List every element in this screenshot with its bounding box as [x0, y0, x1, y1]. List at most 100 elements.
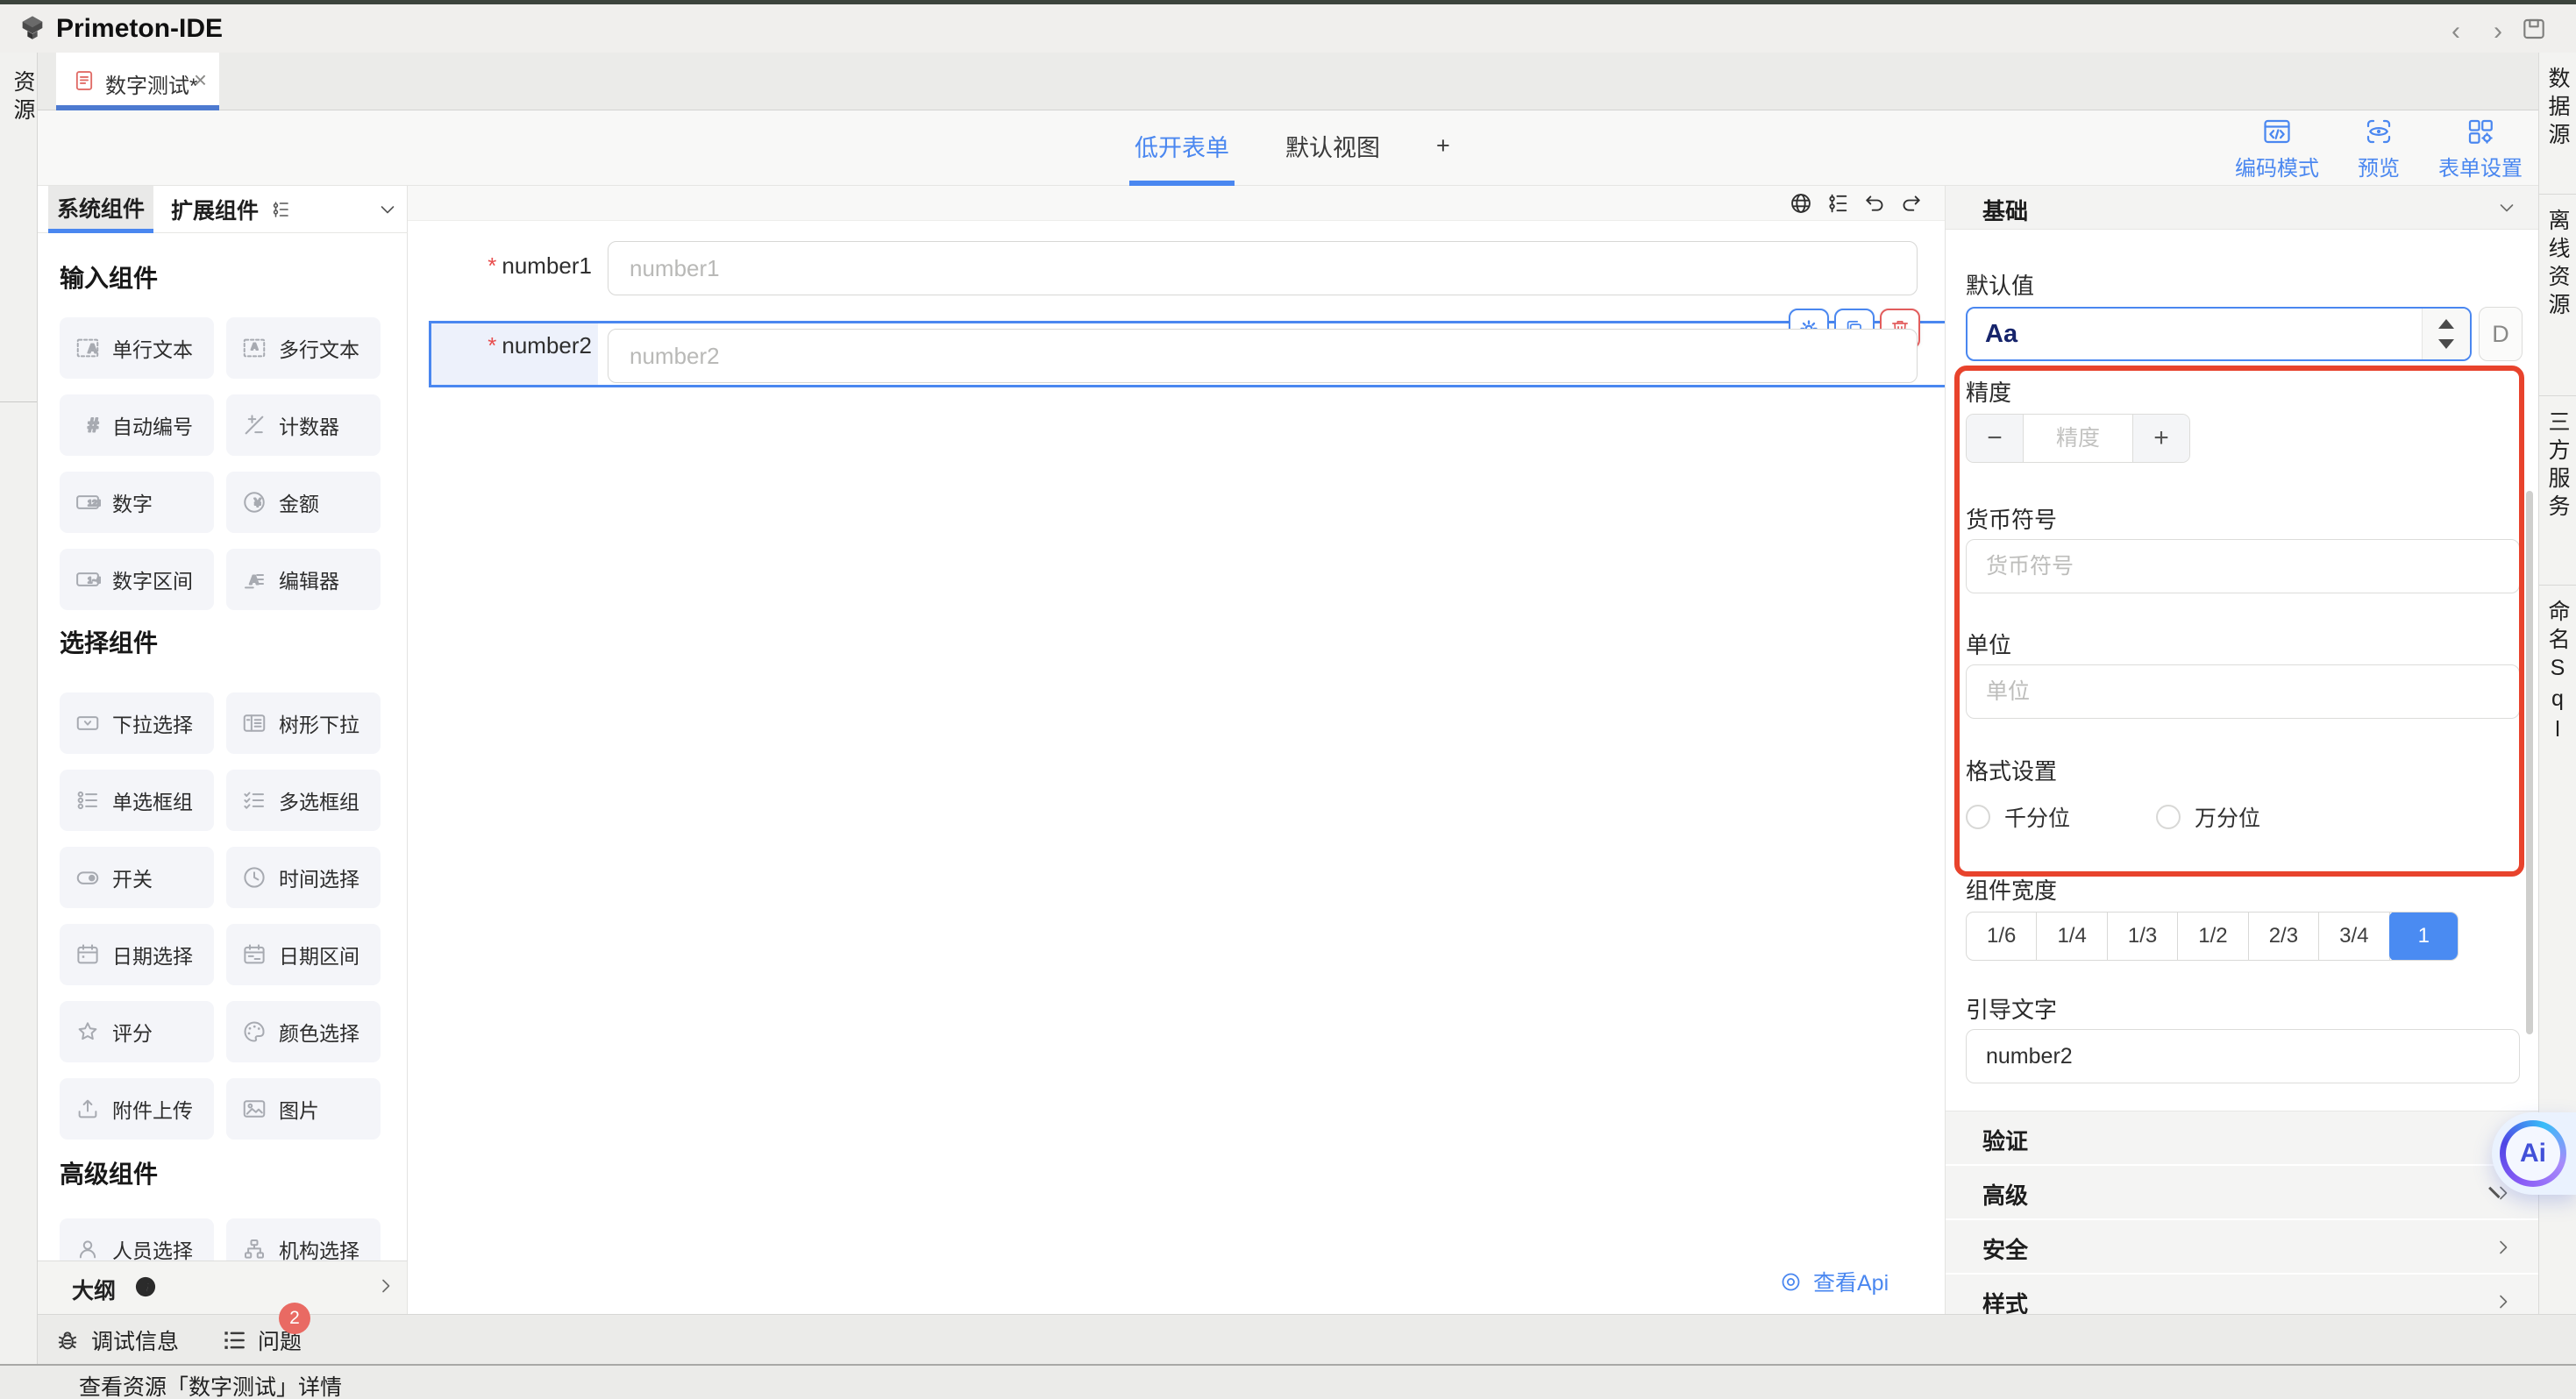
component-card[interactable]: 人员选择 [60, 1218, 214, 1261]
component-card[interactable]: 附件上传 [60, 1078, 214, 1140]
inspector-section-row[interactable]: 验证 [1946, 1111, 2538, 1166]
redo-icon[interactable] [1899, 191, 1924, 216]
nav-back-button[interactable]: ‹ [2441, 17, 2471, 46]
stepper-minus-button[interactable]: − [1967, 415, 2024, 462]
top-action-icon [2261, 116, 2293, 147]
format-radio-option[interactable]: 万分位 [2156, 801, 2260, 833]
field-input-number2[interactable] [608, 329, 1918, 383]
width-option[interactable]: 1/4 [2037, 913, 2107, 960]
chevron-right-icon [2493, 1237, 2514, 1258]
component-card[interactable]: 时间选择 [226, 847, 381, 908]
left-rail-tab-resources[interactable]: 资源 [7, 70, 39, 126]
component-card[interactable]: 日期选择 [60, 924, 214, 985]
info-icon[interactable] [133, 1275, 158, 1299]
ai-assistant-button[interactable]: Ai [2492, 1112, 2576, 1195]
component-card[interactable]: 数字 [60, 472, 214, 533]
top-action-button[interactable]: 编码模式 [2235, 116, 2319, 181]
format-radio-option[interactable]: 千分位 [1966, 801, 2070, 833]
unit-input[interactable] [1966, 664, 2520, 719]
width-option[interactable]: 2/3 [2249, 913, 2319, 960]
component-width-label: 组件宽度 [1966, 873, 2057, 905]
field-label-number2: *number2 [429, 332, 592, 359]
right-rail-tab[interactable]: 三方服务 [2539, 396, 2576, 586]
inspector-section-row[interactable]: 样式 [1946, 1275, 2538, 1314]
right-rail-tab[interactable]: 离线资源 [2539, 195, 2576, 396]
format-options: 千分位 万分位 [1966, 801, 2260, 833]
width-option[interactable]: 1 [2389, 912, 2459, 961]
component-card[interactable]: 机构选择 [226, 1218, 381, 1261]
component-card[interactable]: 开关 [60, 847, 214, 908]
stepper-plus-button[interactable]: + [2132, 415, 2189, 462]
component-card[interactable]: 金额 [226, 472, 381, 533]
inspector-section-row[interactable]: 安全 [1946, 1220, 2538, 1275]
i18n-globe-icon[interactable] [1789, 191, 1813, 216]
component-card[interactable]: 图片 [226, 1078, 381, 1140]
panel-tab-extension[interactable]: 扩展组件 [162, 186, 267, 233]
document-tab-bar: 数字测试* × [38, 53, 2538, 110]
inspector-header-basic[interactable]: 基础 [1946, 186, 2538, 230]
default-value-input[interactable] [1968, 309, 2441, 359]
debug-info-item[interactable]: 调试信息 [54, 1324, 179, 1356]
top-action-button[interactable]: 预览 [2358, 116, 2400, 181]
ai-icon: Ai [2506, 1126, 2560, 1181]
component-card[interactable]: 日期区间 [226, 924, 381, 985]
component-card[interactable]: 多行文本 [226, 317, 381, 379]
component-card[interactable]: 计数器 [226, 394, 381, 456]
document-tab[interactable]: 数字测试* × [56, 53, 219, 110]
component-card[interactable]: 颜色选择 [226, 1001, 381, 1062]
right-rail-tab[interactable]: 数据源 [2539, 53, 2576, 195]
width-option[interactable]: 1/3 [2108, 913, 2178, 960]
guide-text-input[interactable] [1966, 1029, 2520, 1083]
precision-input[interactable] [2024, 415, 2132, 462]
spinner-down-icon[interactable] [2438, 339, 2454, 349]
outline-footer[interactable]: 大纲 [38, 1261, 408, 1314]
width-option[interactable]: 1/2 [2178, 913, 2248, 960]
component-icon [241, 864, 267, 891]
view-api-link[interactable]: 查看Api [1779, 1266, 1889, 1297]
outline-label: 大纲 [72, 1274, 116, 1305]
panel-tab-system[interactable]: 系统组件 [48, 186, 153, 233]
required-mark: * [487, 252, 496, 279]
field-input-number1[interactable] [608, 241, 1918, 295]
spinner-up-icon[interactable] [2438, 319, 2454, 329]
component-icon [241, 489, 267, 515]
component-card[interactable]: 自动编号 [60, 394, 214, 456]
collapse-chevron-icon[interactable] [2496, 197, 2517, 218]
right-rail-tab[interactable]: 命名Sql [2539, 586, 2576, 796]
component-card[interactable]: 单行文本 [60, 317, 214, 379]
component-label: 编辑器 [279, 565, 339, 594]
inspector-scrollbar[interactable] [2526, 491, 2533, 1034]
width-option[interactable]: 1/6 [1967, 913, 2037, 960]
precision-stepper: − + [1966, 414, 2190, 463]
right-rail-tab-label: 离线资源 [2542, 209, 2573, 395]
component-card[interactable]: 单选框组 [60, 770, 214, 831]
component-card[interactable]: 下拉选择 [60, 692, 214, 754]
component-label: 时间选择 [279, 863, 359, 892]
component-card[interactable]: 数字区间 [60, 549, 214, 610]
radio-circle-icon[interactable] [1966, 805, 1990, 829]
inspector-section-row[interactable]: 高级 [1946, 1166, 2538, 1220]
top-action-button[interactable]: 表单设置 [2438, 116, 2523, 181]
component-card[interactable]: 评分 [60, 1001, 214, 1062]
app-logo-icon [18, 13, 47, 43]
outline-tree-icon[interactable] [1825, 191, 1850, 216]
view-tab[interactable]: + [1431, 110, 1455, 186]
panel-collapse-chevron-icon[interactable] [377, 199, 398, 220]
view-tab[interactable]: 低开表单 [1129, 110, 1235, 186]
width-option[interactable]: 3/4 [2319, 913, 2389, 960]
view-tab[interactable]: 默认视图 [1280, 110, 1385, 186]
component-card[interactable]: 编辑器 [226, 549, 381, 610]
outline-expand-chevron-icon[interactable] [375, 1275, 396, 1296]
save-icon[interactable] [2520, 15, 2548, 43]
tab-close-icon[interactable]: × [194, 67, 207, 94]
component-label: 单选框组 [112, 785, 193, 815]
dynamic-value-button[interactable]: D [2479, 307, 2523, 361]
undo-icon[interactable] [1862, 191, 1887, 216]
component-card[interactable]: 多选框组 [226, 770, 381, 831]
panel-list-icon[interactable] [270, 199, 291, 220]
nav-forward-button[interactable]: › [2483, 17, 2513, 46]
radio-circle-icon[interactable] [2156, 805, 2181, 829]
view-tabs: 低开表单默认视图 + [1129, 110, 1455, 186]
component-card[interactable]: 树形下拉 [226, 692, 381, 754]
currency-input[interactable] [1966, 539, 2520, 593]
